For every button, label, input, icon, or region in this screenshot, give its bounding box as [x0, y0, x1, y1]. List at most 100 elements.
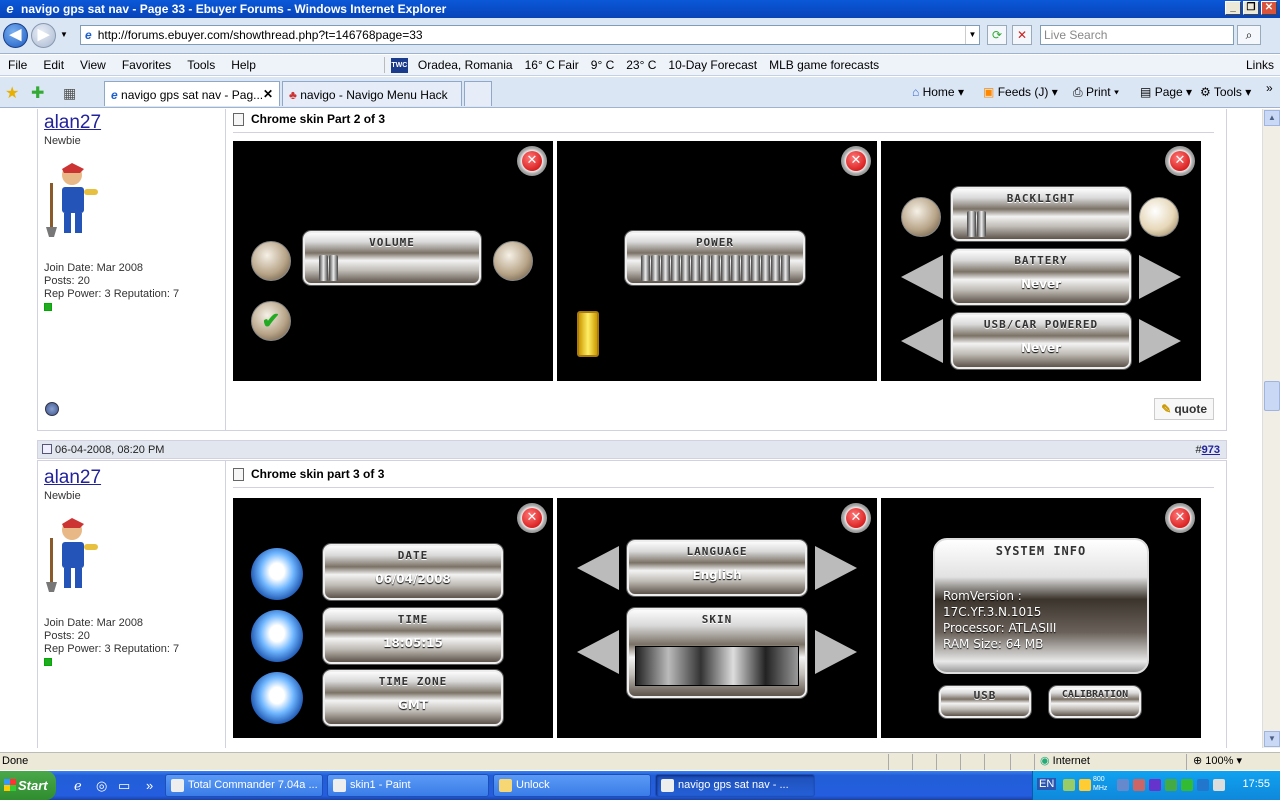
zoom-control[interactable]: ⊕ 100% ▾ [1193, 753, 1242, 770]
tray-icon[interactable] [1079, 779, 1091, 791]
page-menu[interactable]: ▤ Page ▾ [1140, 85, 1192, 99]
new-tab-button[interactable] [464, 81, 492, 106]
tray-icon[interactable] [1063, 779, 1075, 791]
feeds-button[interactable]: ▣ Feeds (J) ▾ [983, 85, 1058, 99]
tab-navigo-gps[interactable]: e navigo gps sat nav - Pag... ✕ [104, 81, 280, 106]
post-number-link[interactable]: 973 [1202, 444, 1220, 456]
quicklaunch-chevron-icon[interactable]: » [146, 778, 153, 793]
home-button[interactable]: ⌂ Home ▾ [912, 85, 964, 99]
quote-button[interactable]: ✎ quote [1154, 398, 1214, 420]
tray-icon[interactable] [1117, 779, 1129, 791]
weather-now[interactable]: 16° C Fair [519, 58, 585, 72]
post-status-icon [42, 444, 52, 454]
add-favorites-icon[interactable]: ✚ [31, 83, 44, 103]
mlb-forecasts-link[interactable]: MLB game forecasts [763, 58, 885, 72]
tools-menu[interactable]: ⚙ Tools ▾ [1200, 85, 1251, 99]
avatar [46, 518, 98, 592]
stop-button[interactable]: ✕ [1012, 25, 1032, 45]
join-date: Join Date: Mar 2008 [44, 617, 144, 629]
taskbar-item-total-commander[interactable]: Total Commander 7.04a ... [165, 774, 323, 797]
username-link[interactable]: alan27 [44, 467, 219, 489]
menu-favorites[interactable]: Favorites [114, 58, 179, 72]
status-divider [1186, 754, 1187, 770]
refresh-button[interactable]: ⟳ [987, 25, 1007, 45]
clock[interactable]: 17:55 [1242, 778, 1270, 790]
start-button[interactable]: Start [0, 771, 56, 800]
task-label: Unlock [516, 779, 550, 791]
menu-help[interactable]: Help [223, 58, 264, 72]
back-button[interactable]: ◀ [3, 23, 28, 48]
tab-favicon-icon: ♣ [289, 88, 297, 102]
minimize-button[interactable]: _ [1225, 1, 1241, 15]
bright-icon [1139, 197, 1179, 237]
menu-bar: File Edit View Favorites Tools Help TWC … [0, 55, 1280, 76]
scroll-thumb[interactable] [1264, 381, 1280, 411]
battery-value: Never [1020, 277, 1062, 291]
volume-icon[interactable] [1213, 779, 1225, 791]
tray-icon[interactable] [1197, 779, 1209, 791]
arrow-right-icon [815, 546, 857, 590]
post-date: 06-04-2008, 08:20 PM [55, 444, 165, 456]
menu-view[interactable]: View [72, 58, 114, 72]
pencil-icon: ✎ [1161, 402, 1172, 416]
date-setting: DATE 06/04/2008 [323, 544, 503, 600]
cpu-speed[interactable]: 800 MHz [1093, 775, 1113, 793]
favorites-star-icon[interactable]: ★ [5, 83, 19, 103]
address-dropdown-icon[interactable]: ▼ [965, 26, 979, 44]
close-tab-icon[interactable]: ✕ [263, 87, 273, 101]
orb-button-icon [251, 548, 303, 600]
forward-button[interactable]: ▶ [31, 23, 56, 48]
scroll-up-icon[interactable]: ▲ [1264, 110, 1280, 126]
home-icon: ⌂ [912, 85, 920, 99]
print-button[interactable]: ⎙ Print ▾ [1073, 85, 1119, 100]
language-indicator[interactable]: EN [1037, 778, 1057, 790]
weather-location[interactable]: Oradea, Romania [412, 58, 519, 72]
usb-car-value: Never [1020, 341, 1062, 355]
restore-button[interactable]: ❐ [1243, 1, 1259, 15]
taskbar-item-unlock[interactable]: Unlock [493, 774, 651, 797]
bluetooth-icon[interactable] [1149, 779, 1161, 791]
zoom-icon: ⊕ [1193, 755, 1203, 767]
ten-day-forecast-link[interactable]: 10-Day Forecast [662, 58, 763, 72]
overflow-chevron-icon[interactable]: » [1266, 81, 1273, 95]
menu-edit[interactable]: Edit [35, 58, 72, 72]
search-icon[interactable]: ⌕ [1237, 25, 1261, 45]
avatar [46, 163, 98, 237]
history-dropdown-icon[interactable]: ▼ [60, 30, 68, 39]
offline-status-icon [45, 402, 59, 416]
app-icon [171, 779, 184, 792]
join-date: Join Date: Mar 2008 [44, 262, 144, 274]
date-label: DATE [397, 549, 429, 562]
address-field[interactable]: e http://forums.ebuyer.com/showthread.ph… [80, 25, 980, 45]
menu-file[interactable]: File [0, 58, 35, 72]
volume-label: VOLUME [369, 236, 415, 249]
timezone-setting: TIME ZONE GMT [323, 670, 503, 726]
weather-low[interactable]: 9° C [585, 58, 620, 72]
tray-icon[interactable] [1165, 779, 1177, 791]
user-info-pane: alan27 Newbie Join Date: Mar 2008 Posts:… [38, 109, 226, 430]
menu-tools[interactable]: Tools [179, 58, 223, 72]
search-input[interactable]: Live Search [1040, 25, 1234, 45]
time-label: TIME [397, 613, 429, 626]
status-divider [1034, 754, 1035, 770]
tray-icon[interactable] [1133, 779, 1145, 791]
links-menu[interactable]: Links [1246, 58, 1274, 72]
close-window-button[interactable]: ✕ [1261, 1, 1277, 15]
username-link[interactable]: alan27 [44, 112, 219, 134]
quick-tabs-icon[interactable]: ▦ [63, 85, 76, 102]
skin-setting: SKIN [627, 608, 807, 698]
security-zone[interactable]: ◉ Internet [1040, 753, 1090, 770]
taskbar-item-paint[interactable]: skin1 - Paint [327, 774, 489, 797]
twc-logo-icon[interactable]: TWC [390, 57, 408, 73]
scroll-down-icon[interactable]: ▼ [1264, 731, 1280, 747]
tab-navigo-menu-hack[interactable]: ♣ navigo - Navigo Menu Hack [282, 81, 462, 106]
tray-icon[interactable] [1181, 779, 1193, 791]
folder-quicklaunch-icon[interactable]: ▭ [118, 778, 130, 794]
taskbar-item-ie[interactable]: navigo gps sat nav - ... [655, 774, 815, 797]
browser-quicklaunch-icon[interactable]: ◎ [96, 778, 107, 794]
weather-high[interactable]: 23° C [620, 58, 662, 72]
rss-icon: ▣ [983, 85, 995, 99]
checkmark-icon: ✔ [251, 301, 291, 341]
vertical-scrollbar[interactable]: ▲ ▼ [1262, 109, 1280, 748]
ie-quicklaunch-icon[interactable]: ℯ [74, 778, 82, 794]
